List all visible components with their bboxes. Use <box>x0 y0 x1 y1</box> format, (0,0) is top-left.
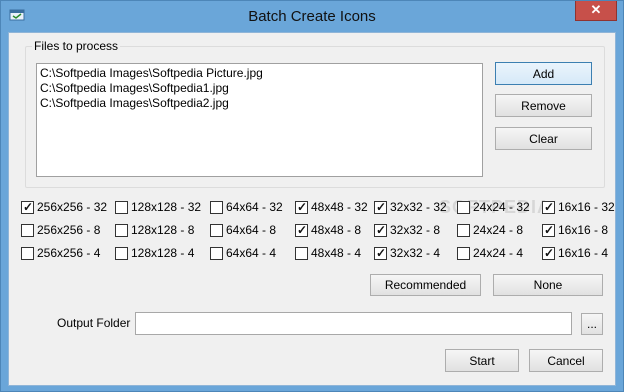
unchecked-box-icon[interactable] <box>210 247 223 260</box>
unchecked-box-icon[interactable] <box>21 247 34 260</box>
remove-button[interactable]: Remove <box>495 94 592 117</box>
recommended-button[interactable]: Recommended <box>370 274 481 296</box>
format-checkbox-label: 32x32 - 8 <box>390 223 441 237</box>
format-checkbox-label: 32x32 - 4 <box>390 246 441 260</box>
format-checkbox-label: 128x128 - 8 <box>131 223 195 237</box>
checked-box-icon[interactable]: ✓ <box>374 246 387 260</box>
format-checkbox-label: 128x128 - 32 <box>131 200 202 214</box>
title-bar[interactable]: Batch Create Icons ✕ <box>1 1 623 32</box>
format-checkbox-label: 32x32 - 32 <box>390 200 447 214</box>
format-checkbox-label: 16x16 - 32 <box>558 200 615 214</box>
checked-box-icon[interactable]: ✓ <box>295 223 308 237</box>
format-checkbox-label: 256x256 - 4 <box>37 246 101 260</box>
dialog-body: Files to process C:\Softpedia Images\Sof… <box>8 32 616 386</box>
checked-box-icon[interactable]: ✓ <box>21 200 34 214</box>
file-list-item[interactable]: C:\Softpedia Images\Softpedia1.jpg <box>40 81 479 96</box>
unchecked-box-icon[interactable] <box>210 201 223 214</box>
format-checkbox-label: 16x16 - 4 <box>558 246 609 260</box>
close-icon: ✕ <box>590 2 602 17</box>
add-button[interactable]: Add <box>495 62 592 85</box>
checkmark-icon: ✓ <box>376 223 387 237</box>
checked-box-icon[interactable]: ✓ <box>542 246 555 260</box>
checkmark-icon: ✓ <box>376 200 387 214</box>
format-checkbox-label: 16x16 - 8 <box>558 223 609 237</box>
checkmark-icon: ✓ <box>376 246 387 260</box>
close-button[interactable]: ✕ <box>575 1 617 21</box>
format-checkbox-label: 64x64 - 4 <box>226 246 277 260</box>
unchecked-box-icon[interactable] <box>210 224 223 237</box>
format-checkbox-label: 256x256 - 8 <box>37 223 101 237</box>
format-checkbox-label: 48x48 - 4 <box>311 246 362 260</box>
files-groupbox: Files to process C:\Softpedia Images\Sof… <box>25 39 605 188</box>
file-list-item[interactable]: C:\Softpedia Images\Softpedia Picture.jp… <box>40 66 479 81</box>
checkmark-icon: ✓ <box>544 200 555 214</box>
cancel-button[interactable]: Cancel <box>529 349 603 372</box>
browse-button[interactable]: ... <box>581 313 603 335</box>
format-checkbox-label: 64x64 - 32 <box>226 200 283 214</box>
file-list[interactable]: C:\Softpedia Images\Softpedia Picture.jp… <box>36 63 483 177</box>
start-button[interactable]: Start <box>445 349 519 372</box>
unchecked-box-icon[interactable] <box>115 201 128 214</box>
unchecked-box-icon[interactable] <box>295 247 308 260</box>
format-checkbox-label: 48x48 - 32 <box>311 200 368 214</box>
output-folder-label: Output Folder <box>57 316 131 330</box>
checkmark-icon: ✓ <box>544 246 555 260</box>
format-checkbox-label: 24x24 - 8 <box>473 223 524 237</box>
format-checkbox-label: 128x128 - 4 <box>131 246 195 260</box>
unchecked-box-icon[interactable] <box>457 224 470 237</box>
files-group-title: Files to process <box>32 39 121 53</box>
checked-box-icon[interactable]: ✓ <box>542 200 555 214</box>
format-checkbox-label: 48x48 - 8 <box>311 223 362 237</box>
format-row: 256x256 - 8 128x128 - 8 64x64 - 8 ✓ 48x48 - … <box>21 223 611 239</box>
checkmark-icon: ✓ <box>544 223 555 237</box>
checkmark-icon: ✓ <box>23 200 34 214</box>
checkmark-icon: ✓ <box>297 200 308 214</box>
format-checkbox-label: 256x256 - 32 <box>37 200 108 214</box>
format-checkbox-label: 24x24 - 32 <box>473 200 530 214</box>
format-row: 256x256 - 4 128x128 - 4 64x64 - 4 48x48 - 4… <box>21 246 611 262</box>
window-title: Batch Create Icons <box>248 8 376 25</box>
unchecked-box-icon[interactable] <box>21 224 34 237</box>
file-list-item[interactable]: C:\Softpedia Images\Softpedia2.jpg <box>40 96 479 111</box>
batch-create-icons-window: Batch Create Icons ✕ Files to process C:… <box>0 0 624 392</box>
checkmark-icon: ✓ <box>297 223 308 237</box>
output-folder-field[interactable] <box>135 312 572 335</box>
clear-button[interactable]: Clear <box>495 127 592 150</box>
checked-box-icon[interactable]: ✓ <box>542 223 555 237</box>
unchecked-box-icon[interactable] <box>457 247 470 260</box>
unchecked-box-icon[interactable] <box>457 201 470 214</box>
format-checkbox-label: 64x64 - 8 <box>226 223 277 237</box>
format-row: ✓ 256x256 - 32 128x128 - 32 64x64 - 32 ✓ 48x4… <box>21 200 615 216</box>
checked-box-icon[interactable]: ✓ <box>374 223 387 237</box>
checked-box-icon[interactable]: ✓ <box>295 200 308 214</box>
checked-box-icon[interactable]: ✓ <box>374 200 387 214</box>
unchecked-box-icon[interactable] <box>115 247 128 260</box>
unchecked-box-icon[interactable] <box>115 224 128 237</box>
none-button[interactable]: None <box>493 274 603 296</box>
format-checkbox-label: 24x24 - 4 <box>473 246 524 260</box>
